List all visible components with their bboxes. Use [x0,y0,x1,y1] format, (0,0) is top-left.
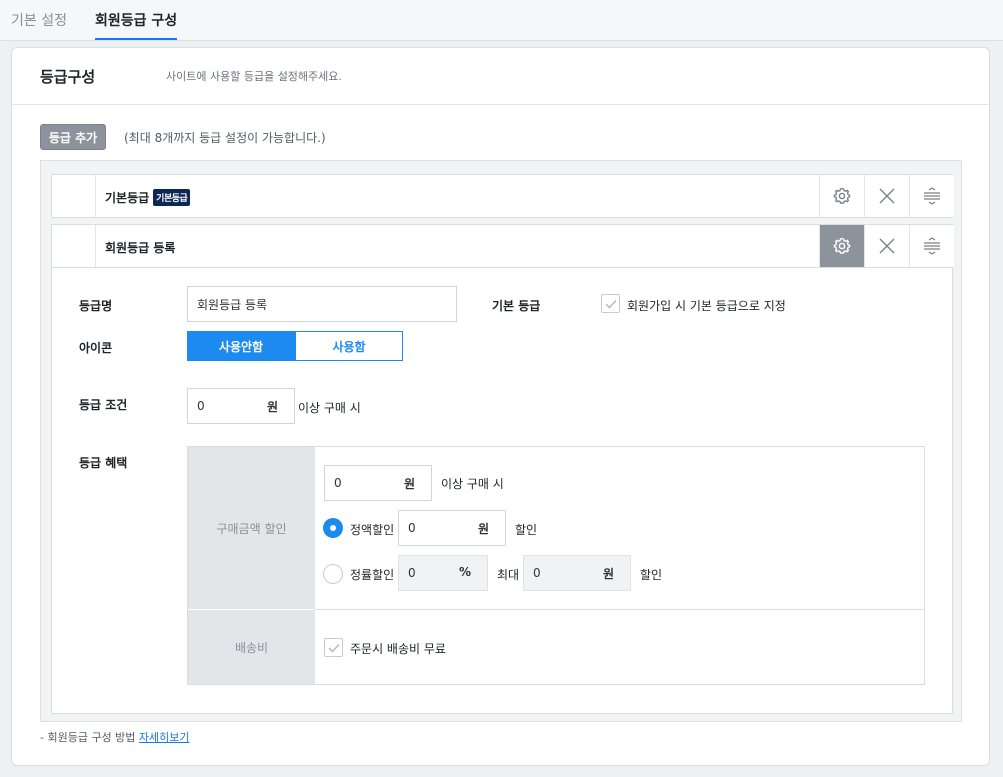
rate-discount-input[interactable]: 0 % [398,555,488,591]
settings-button[interactable] [819,175,864,217]
add-grade-button[interactable]: 등급 추가 [40,124,106,150]
min-purchase-suffix: 이상 구매 시 [441,477,504,491]
footnote: - 회원등급 구성 방법 자세히보기 [40,729,190,745]
purchase-discount-header: 구매금액 할인 [188,447,315,609]
fixed-discount-radio[interactable] [323,518,343,538]
grade-name-label: 등급명 [79,299,113,313]
max-discount-label: 최대 [497,568,520,582]
benefit-divider [315,609,924,610]
min-purchase-value: 0 [334,476,342,490]
grade-name: 기본등급 기본등급 [105,189,191,206]
default-grade-label: 기본 등급 [492,299,541,313]
condition-suffix: 이상 구매 시 [298,401,361,415]
grade-row: 기본등급 기본등급 [51,174,954,218]
tab-bar: 기본 설정 회원등급 구성 [0,0,1003,41]
min-purchase-unit: 원 [403,477,415,491]
settings-button[interactable] [819,225,864,267]
card-header: 등급구성 사이트에 사용할 등급을 설정해주세요. [12,48,989,105]
icon-option-off[interactable]: 사용안함 [187,331,295,361]
reorder-icon [924,187,940,205]
grade-list-panel: 기본등급 기본등급 회원등급 등록 등급명 회원등급 등록 기본 등급 회원가입… [40,160,962,722]
min-purchase-input[interactable]: 0 원 [324,465,432,501]
grade-editor: 등급명 회원등급 등록 기본 등급 회원가입 시 기본 등급으로 지정 아이콘 … [51,268,953,714]
close-icon [879,238,895,254]
icon-option-on[interactable]: 사용함 [295,331,403,361]
icon-label: 아이콘 [79,341,113,355]
footnote-text: - 회원등급 구성 방법 [40,731,136,744]
grade-name-label: 기본등급 [105,191,150,205]
grade-row-active: 회원등급 등록 [51,224,954,268]
grade-name-value: 회원등급 등록 [197,297,268,312]
condition-amount-value: 0 [197,399,205,413]
grade-name-input[interactable]: 회원등급 등록 [187,286,457,322]
condition-label: 등급 조건 [79,398,128,412]
page-title: 등급구성 [40,68,96,86]
free-shipping-label: 주문시 배송비 무료 [350,642,446,656]
grade-name: 회원등급 등록 [105,241,176,255]
max-discount-unit: 원 [602,567,614,581]
tab-member-grade-config[interactable]: 회원등급 구성 [95,10,178,40]
details-link[interactable]: 자세히보기 [139,731,190,744]
max-discount-suffix: 할인 [640,568,663,582]
gear-icon [833,187,851,204]
rate-discount-unit: % [458,565,471,579]
gear-icon [833,237,851,254]
grade-config-card: 등급구성 사이트에 사용할 등급을 설정해주세요. 등급 추가 (최대 8개까지… [11,47,990,766]
tab-basic-settings[interactable]: 기본 설정 [11,10,67,30]
fixed-discount-value: 0 [408,521,416,535]
benefit-table: 구매금액 할인 배송비 0 원 이상 구매 시 정액할인 0 원 할인 정률할인 [187,446,925,685]
condition-amount-input[interactable]: 0 원 [187,388,295,424]
reorder-button[interactable] [909,175,954,217]
delete-button[interactable] [864,225,909,267]
fixed-discount-label: 정액할인 [350,523,395,537]
rate-discount-radio[interactable] [323,564,343,584]
drag-handle[interactable] [52,175,96,217]
benefit-label: 등급 혜택 [79,456,128,470]
fixed-discount-unit: 원 [477,522,489,536]
fixed-discount-suffix: 할인 [515,523,538,537]
free-shipping-checkbox[interactable] [324,638,343,657]
drag-handle[interactable] [52,225,96,267]
check-icon [328,644,340,653]
add-grade-note: (최대 8개까지 등급 설정이 가능합니다.) [124,131,326,145]
rate-discount-value: 0 [408,566,416,580]
reorder-button[interactable] [909,225,954,267]
default-grade-checkbox-label: 회원가입 시 기본 등급으로 지정 [627,299,786,313]
rate-discount-label: 정률할인 [350,568,395,582]
max-discount-input[interactable]: 0 원 [523,555,631,591]
check-icon [605,300,617,309]
fixed-discount-input[interactable]: 0 원 [398,510,506,546]
default-grade-badge: 기본등급 [153,189,191,206]
delete-button[interactable] [864,175,909,217]
close-icon [879,188,895,204]
reorder-icon [924,237,940,255]
page-description: 사이트에 사용할 등급을 설정해주세요. [166,70,342,83]
shipping-header: 배송비 [188,610,315,684]
max-discount-value: 0 [533,566,541,580]
condition-unit: 원 [266,400,278,414]
default-grade-checkbox[interactable] [601,294,620,313]
